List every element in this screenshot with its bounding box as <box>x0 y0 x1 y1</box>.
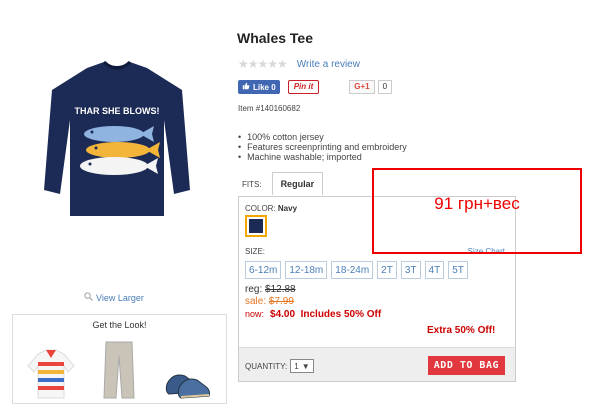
chevron-down-icon: ▼ <box>301 361 310 371</box>
price-annotation-box: 91 грн+вес <box>372 168 582 254</box>
google-plus-button[interactable]: G+1 <box>349 80 375 94</box>
feature-item: Features screenprinting and embroidery <box>238 142 407 152</box>
facebook-like-button[interactable]: Like 0 <box>238 80 280 94</box>
pinterest-button[interactable]: Pin it <box>287 80 320 94</box>
size-option-5t[interactable]: 5T <box>448 261 468 279</box>
size-option-18-24m[interactable]: 18-24m <box>331 261 374 279</box>
magnifier-icon <box>84 292 93 303</box>
size-option-2t[interactable]: 2T <box>377 261 397 279</box>
add-to-bag-button[interactable]: ADD TO BAG <box>427 356 505 375</box>
now-price: $4.00 Includes 50% Off <box>270 309 382 320</box>
look-item-striped-shirt[interactable] <box>26 348 76 403</box>
size-option-3t[interactable]: 3T <box>400 261 421 279</box>
look-item-shoes[interactable] <box>163 364 213 403</box>
color-value: Navy <box>277 204 298 213</box>
view-larger-link[interactable]: View Larger <box>84 292 144 303</box>
size-options: 6-12m 12-18m 18-24m 2T 3T 4T 5T <box>245 261 468 279</box>
size-option-4t[interactable]: 4T <box>424 261 445 279</box>
quantity-select[interactable]: 1 ▼ <box>290 359 314 373</box>
size-option-6-12m[interactable]: 6-12m <box>245 261 282 279</box>
size-option-12-18m[interactable]: 12-18m <box>285 261 328 279</box>
look-item-pants[interactable] <box>102 340 136 403</box>
regular-price-row: reg: $12.88 <box>245 284 296 295</box>
color-label: COLOR: Navy <box>245 204 298 213</box>
feature-item: 100% cotton jersey <box>238 132 407 142</box>
regular-price: $12.88 <box>265 284 296 295</box>
google-plus-count: 0 <box>377 80 393 94</box>
star-rating: ★★★★★ <box>238 57 288 71</box>
fit-tabs: FITS: Regular <box>238 172 324 195</box>
color-swatch-navy[interactable] <box>245 215 267 237</box>
now-price-row: now: $4.00 Includes 50% Off <box>245 309 382 320</box>
write-review-link[interactable]: Write a review <box>297 59 360 70</box>
annotation-text: 91 грн+вес <box>434 194 520 213</box>
like-label: Like 0 <box>253 82 276 92</box>
tab-regular[interactable]: Regular <box>271 172 324 195</box>
extra-off-badge: Extra 50% Off! <box>427 325 496 336</box>
quantity-label: QUANTITY: <box>245 361 288 371</box>
price-block: reg: $12.88 sale: $7.99 now: $4.00 Includ… <box>245 284 381 321</box>
get-the-look-title: Get the Look! <box>92 320 147 330</box>
sale-price-row: sale: $7.99 <box>245 296 294 307</box>
view-larger-label: View Larger <box>96 292 144 303</box>
feature-list: 100% cotton jersey Features screenprinti… <box>238 132 407 162</box>
shirt-print-text: THAR SHE BLOWS! <box>75 106 160 116</box>
social-buttons: Like 0 Pin it G+1 0 <box>238 80 393 94</box>
get-the-look-panel: Get the Look! <box>12 314 227 404</box>
product-image[interactable]: THAR SHE BLOWS! <box>42 60 192 220</box>
size-label: SIZE: <box>245 247 266 256</box>
quantity-bar: QUANTITY: 1 ▼ ADD TO BAG <box>239 347 515 381</box>
feature-item: Machine washable; imported <box>238 152 407 162</box>
thumbs-up-icon <box>242 82 250 92</box>
product-title: Whales Tee <box>237 30 313 46</box>
rating-row: ★★★★★ Write a review <box>238 57 360 71</box>
item-number: Item #140160682 <box>238 104 301 113</box>
sale-price: $7.99 <box>268 296 294 307</box>
fits-label: FITS: <box>242 180 262 189</box>
